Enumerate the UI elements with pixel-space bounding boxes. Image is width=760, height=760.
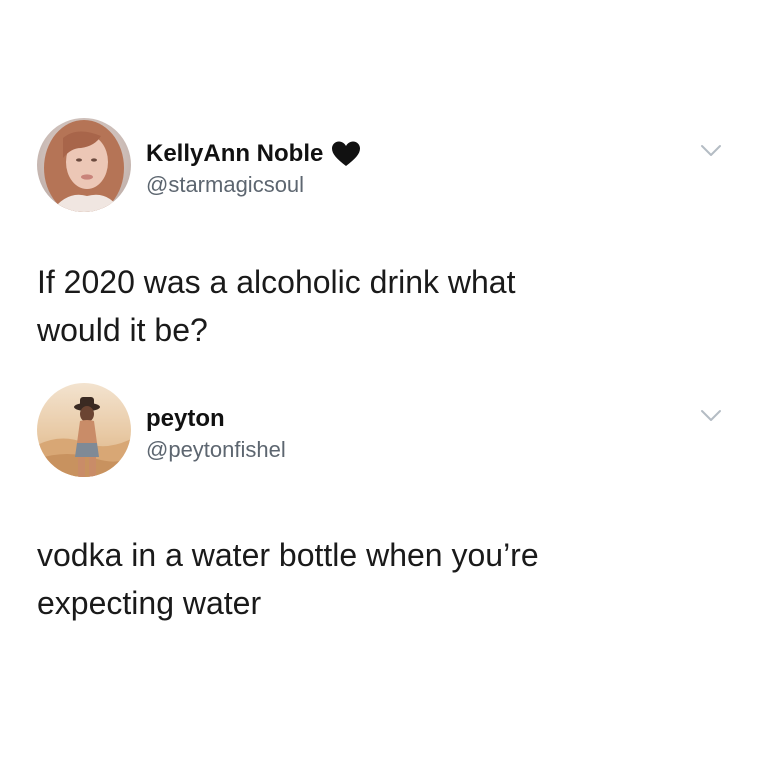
- avatar[interactable]: [37, 383, 131, 477]
- chevron-down-icon[interactable]: [700, 409, 722, 423]
- avatar[interactable]: [37, 118, 131, 212]
- user-names: KellyAnn Noble @starmagicsoul: [146, 140, 361, 200]
- tweet-question: KellyAnn Noble @starmagicsoul If 2020 wa…: [0, 118, 760, 348]
- tweet-text: If 2020 was a alcoholic drink what would…: [37, 264, 516, 348]
- tweet-text: vodka in a water bottle when you’re expe…: [37, 537, 539, 621]
- tweet-reply: peyton @peytonfishel vodka in a water bo…: [0, 383, 760, 621]
- user-names: peyton @peytonfishel: [146, 405, 286, 465]
- display-name-row: KellyAnn Noble: [146, 140, 361, 168]
- chevron-down-icon[interactable]: [700, 144, 722, 158]
- tweet-header: peyton @peytonfishel: [0, 383, 760, 483]
- display-name[interactable]: peyton: [146, 405, 225, 433]
- display-name[interactable]: KellyAnn Noble: [146, 140, 323, 168]
- black-heart-icon: [331, 140, 361, 168]
- user-handle[interactable]: @peytonfishel: [146, 435, 286, 465]
- display-name-row: peyton: [146, 405, 286, 433]
- tweet-header: KellyAnn Noble @starmagicsoul: [0, 118, 760, 218]
- user-handle[interactable]: @starmagicsoul: [146, 170, 361, 200]
